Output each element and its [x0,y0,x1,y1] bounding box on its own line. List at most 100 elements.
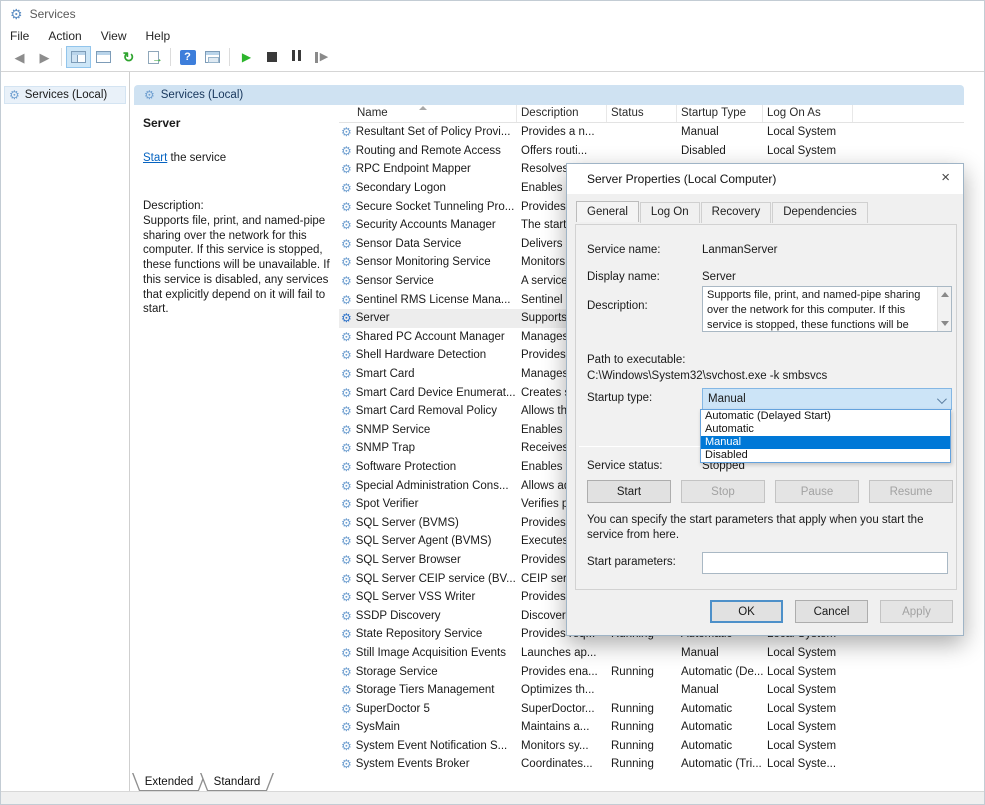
menu-action[interactable]: Action [48,28,90,44]
window-title: Services [30,7,76,21]
dropdown-option-automatic[interactable]: Automatic [701,423,950,436]
dropdown-option-automatic-delayed-start-[interactable]: Automatic (Delayed Start) [701,410,950,423]
server-properties-dialog: Server Properties (Local Computer) × Gen… [566,163,964,636]
service-name-cell: ⚙Storage Service [339,666,517,678]
tab-general[interactable]: General [576,201,639,222]
service-row[interactable]: ⚙System Events BrokerCoordinates...Runni… [339,755,964,773]
status-bar [1,791,984,805]
start-parameters-input[interactable] [702,552,948,574]
service-row[interactable]: ⚙Resultant Set of Policy Provi...Provide… [339,123,964,142]
dialog-description-box[interactable]: Supports file, print, and named-pipe sha… [702,286,952,332]
help-icon[interactable]: ? [175,46,200,68]
service-logon-cell: Local System [763,721,853,733]
service-row[interactable]: ⚙Storage ServiceProvides ena...RunningAu… [339,662,964,681]
service-gear-icon: ⚙ [341,721,352,733]
console-tree-panel: ⚙ Services (Local) [1,72,130,791]
service-name-cell: ⚙Special Administration Cons... [339,480,517,492]
export-list-icon[interactable] [141,46,166,68]
menu-view[interactable]: View [101,28,136,44]
pause-service-icon[interactable] [284,46,309,68]
start-parameters-label: Start parameters: [587,556,676,568]
view-tab-extended[interactable]: Extended [132,773,206,791]
column-header-status[interactable]: Status [607,105,677,122]
service-name-cell: ⚙Secondary Logon [339,182,517,194]
list-header: NameDescriptionStatusStartup TypeLog On … [339,105,964,123]
startup-type-combobox[interactable]: Manual [702,388,952,410]
service-gear-icon: ⚙ [341,182,352,194]
dialog-description-text: Supports file, print, and named-pipe sha… [707,289,920,332]
dialog-footer-buttons: OKCancelApply [710,600,953,623]
tab-dependencies[interactable]: Dependencies [772,202,868,223]
service-name-cell: ⚙System Events Broker [339,758,517,770]
scroll-down-icon[interactable] [941,321,949,326]
window-icon[interactable] [91,46,116,68]
services-gear-icon: ⚙ [9,89,20,101]
path-label: Path to executable: [587,354,685,366]
service-name-cell: ⚙SQL Server Agent (BVMS) [339,535,517,547]
service-gear-icon: ⚙ [341,312,352,324]
service-name-cell: ⚙SQL Server Browser [339,554,517,566]
resume-button: Resume [869,480,953,503]
forward-icon[interactable]: ▶ [32,46,57,68]
service-logon-cell: Local Syste... [763,758,853,770]
start-service-link[interactable]: Start [143,152,167,164]
restart-service-icon[interactable]: ▶ [309,46,334,68]
service-gear-icon: ⚙ [341,703,352,715]
refresh-icon[interactable]: ↻ [116,46,141,68]
properties-window-icon[interactable] [200,46,225,68]
show-console-tree-icon[interactable] [66,46,91,68]
menu-help[interactable]: Help [146,28,180,44]
display-name-label: Display name: [587,271,660,283]
service-name-cell: ⚙RPC Endpoint Mapper [339,163,517,175]
dropdown-option-disabled[interactable]: Disabled [701,449,950,462]
menu-file[interactable]: File [10,28,38,44]
service-row[interactable]: ⚙Routing and Remote AccessOffers routi..… [339,142,964,161]
start-service-icon[interactable]: ▶ [234,46,259,68]
title-bar: ⚙ Services [1,1,984,27]
service-row[interactable]: ⚙Storage Tiers ManagementOptimizes th...… [339,681,964,700]
view-tab-standard[interactable]: Standard [200,773,274,791]
tab-log-on[interactable]: Log On [640,202,700,223]
service-status-cell: Running [607,740,677,752]
service-row[interactable]: ⚙Still Image Acquisition EventsLaunches … [339,644,964,663]
services-app-icon: ⚙ [10,7,23,21]
description-scrollbar[interactable] [937,287,951,331]
service-name-cell: ⚙Secure Socket Tunneling Pro... [339,201,517,213]
service-name-cell: ⚙SysMain [339,721,517,733]
service-name-cell: ⚙Shared PC Account Manager [339,331,517,343]
service-name-cell: ⚙Security Accounts Manager [339,219,517,231]
service-name-cell: ⚙Storage Tiers Management [339,684,517,696]
service-gear-icon: ⚙ [341,628,352,640]
column-header-log-on-as[interactable]: Log On As [763,105,853,122]
service-row[interactable]: ⚙SuperDoctor 5SuperDoctor...RunningAutom… [339,699,964,718]
cancel-button[interactable]: Cancel [795,600,868,623]
service-logon-cell: Local System [763,126,853,138]
tab-recovery[interactable]: Recovery [701,202,772,223]
service-name-cell: ⚙SSDP Discovery [339,610,517,622]
service-row[interactable]: ⚙System Event Notification S...Monitors … [339,737,964,756]
service-name-cell: ⚙Server [339,312,517,324]
start-button[interactable]: Start [587,480,671,503]
service-name-cell: ⚙Smart Card Removal Policy [339,405,517,417]
startup-type-dropdown: Automatic (Delayed Start)AutomaticManual… [700,409,951,463]
ok-button[interactable]: OK [710,600,783,623]
service-name-cell: ⚙Smart Card [339,368,517,380]
service-description-cell: SuperDoctor... [517,703,607,715]
dialog-title-bar: Server Properties (Local Computer) × [567,164,963,194]
column-header-name[interactable]: Name [339,105,517,122]
service-startup-cell: Manual [677,647,763,659]
start-parameters-hint: You can specify the start parameters tha… [587,513,945,543]
content-header-label: Services (Local) [161,89,243,101]
stop-service-icon[interactable] [259,46,284,68]
service-gear-icon: ⚙ [341,405,352,417]
column-header-description[interactable]: Description [517,105,607,122]
column-header-startup-type[interactable]: Startup Type [677,105,763,122]
service-gear-icon: ⚙ [341,201,352,213]
back-icon[interactable]: ◀ [7,46,32,68]
close-icon[interactable]: × [941,170,950,185]
service-logon-cell: Local System [763,684,853,696]
scroll-up-icon[interactable] [941,292,949,297]
tree-item-services-local[interactable]: ⚙ Services (Local) [4,86,126,104]
dropdown-option-manual[interactable]: Manual [701,436,950,449]
service-row[interactable]: ⚙SysMainMaintains a...RunningAutomaticLo… [339,718,964,737]
